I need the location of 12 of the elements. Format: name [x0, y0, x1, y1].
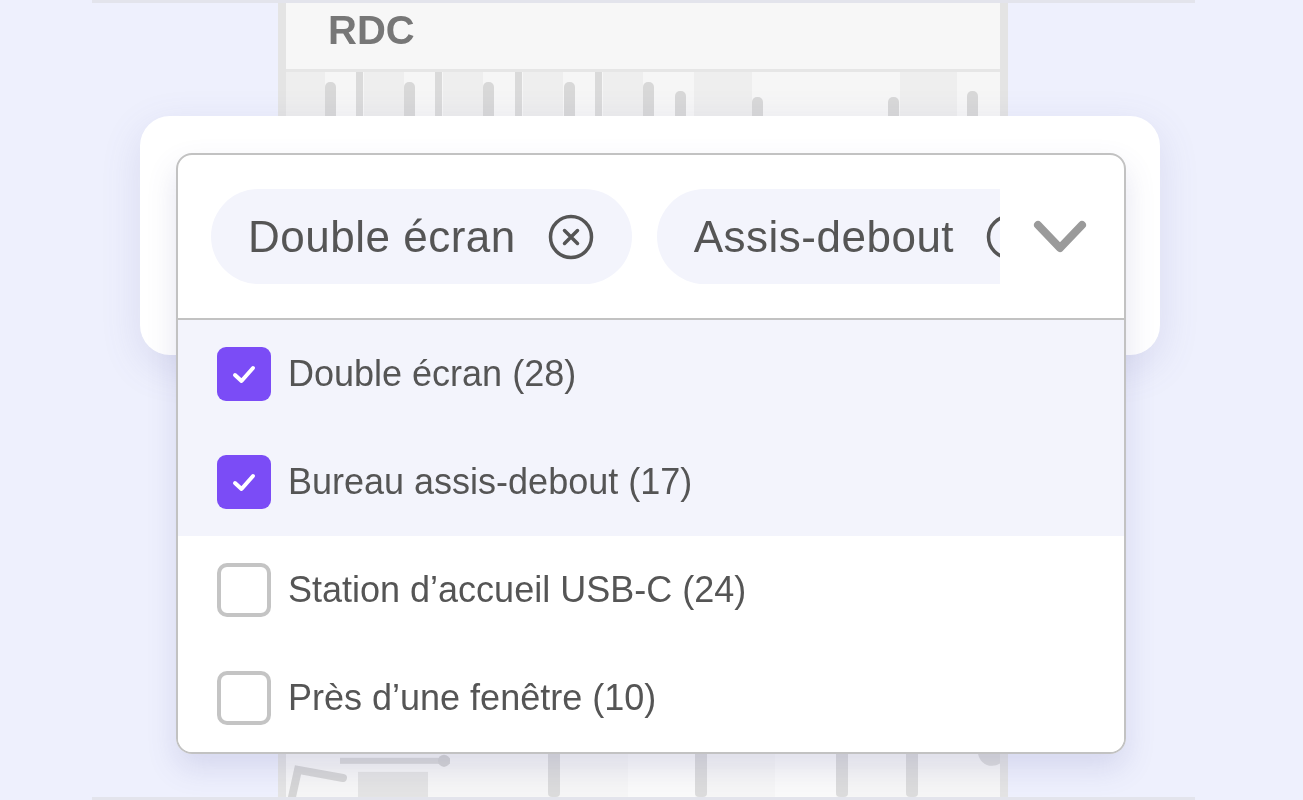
chip-label: Assis-debout — [693, 211, 955, 262]
filter-option[interactable]: Bureau assis-debout (17) — [178, 428, 1124, 536]
floor-title: RDC — [328, 8, 415, 52]
checkbox[interactable] — [217, 455, 271, 509]
chip-label: Double écran — [248, 211, 516, 262]
multi-select-field[interactable]: Double écran Assis-debout — [176, 153, 1126, 320]
filter-option[interactable]: Double écran (28) — [178, 320, 1124, 428]
remove-icon[interactable] — [547, 213, 594, 260]
checkbox[interactable] — [217, 563, 271, 617]
checkbox[interactable] — [217, 671, 271, 725]
checkbox[interactable] — [217, 347, 271, 401]
chevron-down-icon[interactable] — [1033, 219, 1087, 254]
